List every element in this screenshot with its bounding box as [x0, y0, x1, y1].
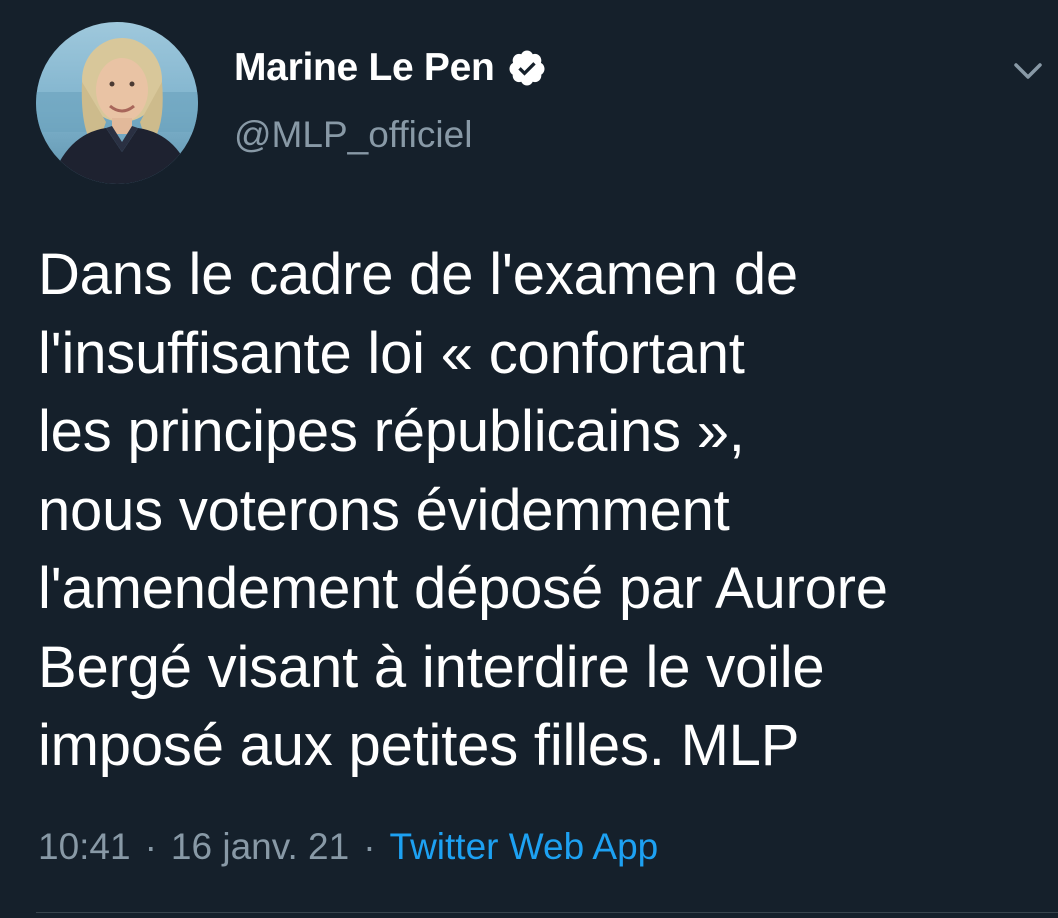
tweet: Marine Le Pen @MLP_officiel Dans le cadr…	[0, 0, 1058, 918]
divider	[36, 912, 1058, 913]
source-link[interactable]: Twitter Web App	[390, 826, 659, 868]
separator: ·	[144, 826, 157, 867]
display-name[interactable]: Marine Le Pen	[234, 46, 495, 90]
tweet-date[interactable]: 16 janv. 21	[171, 826, 349, 868]
verified-badge-icon	[507, 48, 547, 88]
separator: ·	[363, 826, 376, 867]
chevron-down-icon[interactable]	[1008, 50, 1048, 90]
tweet-time[interactable]: 10:41	[38, 826, 131, 868]
tweet-text: Dans le cadre de l'examen de l'insuffisa…	[38, 242, 888, 778]
avatar[interactable]	[36, 22, 198, 184]
display-name-row: Marine Le Pen	[234, 42, 547, 94]
author-block: Marine Le Pen @MLP_officiel	[234, 42, 547, 156]
tweet-meta: 10:41 · 16 janv. 21 · Twitter Web App	[38, 826, 658, 868]
handle[interactable]: @MLP_officiel	[234, 114, 547, 156]
avatar-image	[36, 22, 198, 184]
